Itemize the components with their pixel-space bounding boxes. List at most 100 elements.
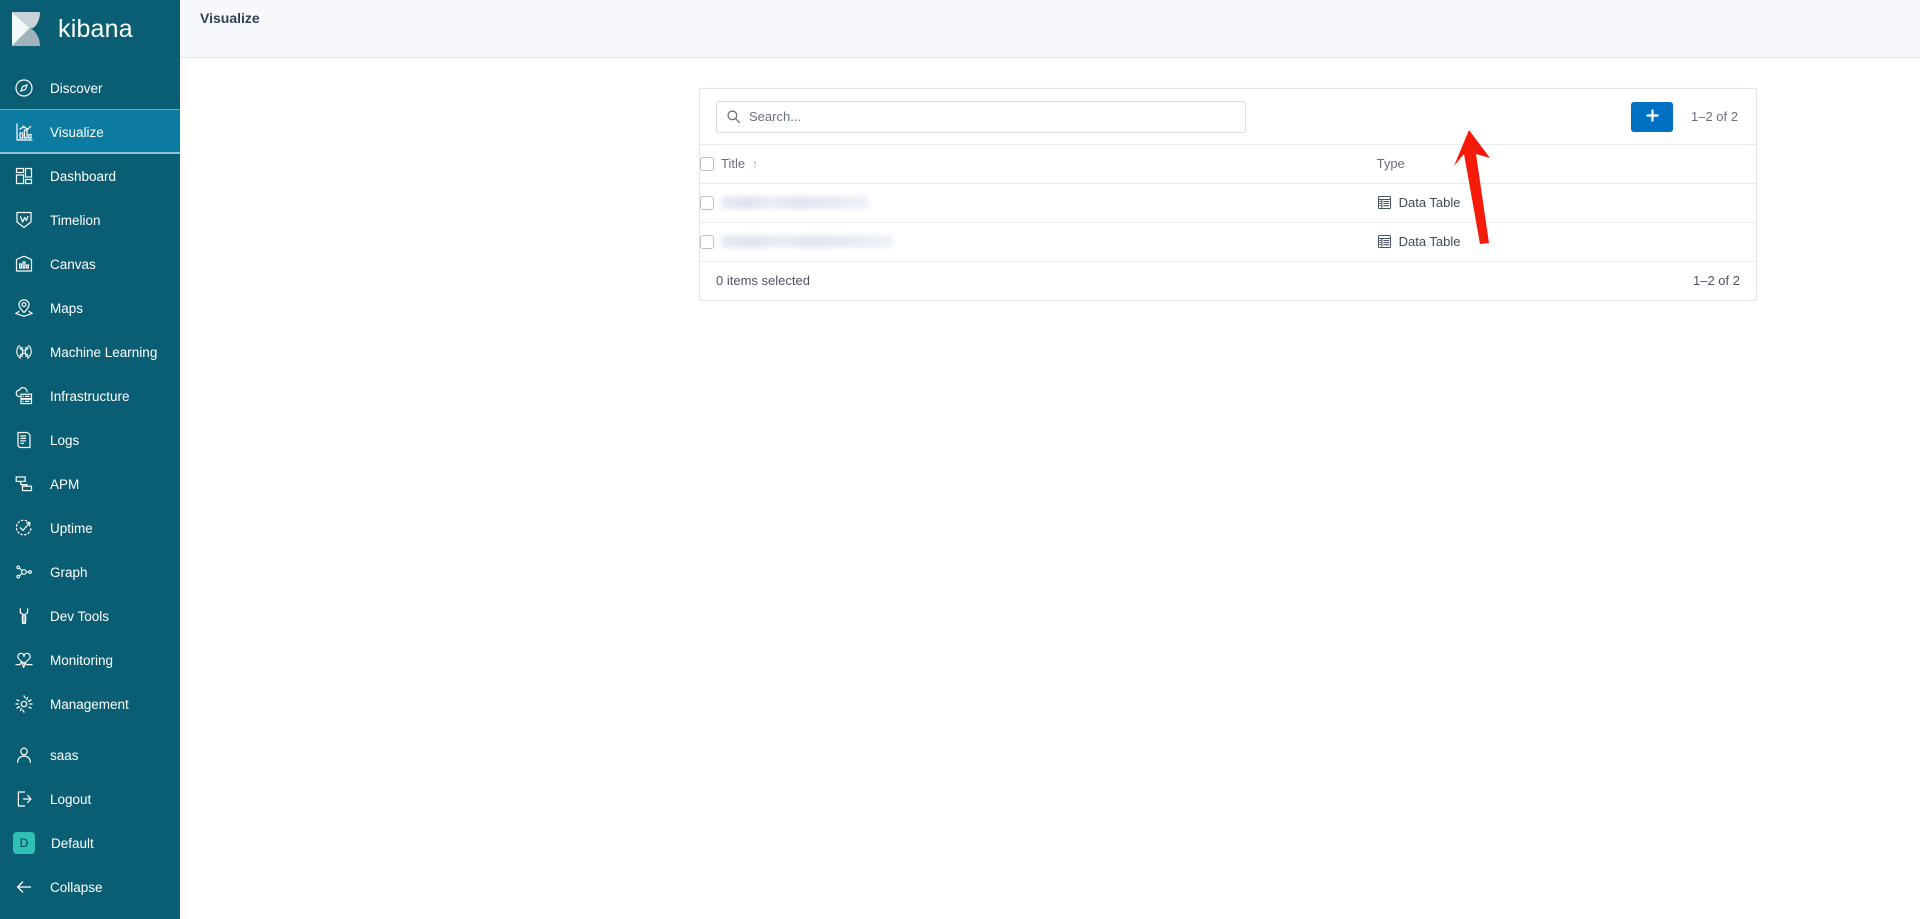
redacted-title bbox=[721, 235, 893, 248]
sidebar-item-label: Canvas bbox=[50, 256, 96, 272]
gear-icon bbox=[14, 694, 34, 714]
visualizations-table: Title ↑ Type Data Table Data Table bbox=[700, 145, 1756, 262]
table-head: Title ↑ Type bbox=[700, 145, 1756, 184]
sidebar-item-label: Logs bbox=[50, 432, 80, 448]
kibana-logo-icon bbox=[10, 10, 48, 48]
sidebar-item-logs[interactable]: Logs bbox=[0, 418, 180, 462]
sidebar-item-machine-learning[interactable]: Machine Learning bbox=[0, 330, 180, 374]
sidebar-item-label: Uptime bbox=[50, 520, 93, 536]
sidebar-item-collapse[interactable]: Collapse bbox=[0, 865, 180, 909]
logout-icon bbox=[14, 789, 34, 809]
brand-name: kibana bbox=[58, 14, 133, 43]
sidebar-item-label: Management bbox=[50, 696, 129, 712]
brand[interactable]: kibana bbox=[0, 0, 180, 58]
sidebar-item-label: saas bbox=[50, 747, 79, 763]
arrow-left-icon bbox=[14, 877, 34, 897]
sidebar-item-label: Maps bbox=[50, 300, 84, 316]
table-row[interactable]: Data Table bbox=[700, 183, 1756, 223]
sidebar-item-label: Monitoring bbox=[50, 652, 114, 668]
type-label: Data Table bbox=[1398, 195, 1461, 210]
sidebar-item-label: Machine Learning bbox=[50, 344, 158, 360]
column-header-type-label: Type bbox=[1376, 156, 1405, 172]
user-icon bbox=[14, 745, 34, 765]
sidebar-item-dev-tools[interactable]: Dev Tools bbox=[0, 594, 180, 638]
infrastructure-icon bbox=[14, 386, 34, 406]
uptime-icon bbox=[14, 518, 34, 538]
space-badge: D bbox=[13, 832, 35, 854]
cell-type: Data Table bbox=[1376, 222, 1756, 262]
sidebar-item-label: Infrastructure bbox=[50, 388, 130, 404]
graph-icon bbox=[14, 562, 34, 582]
sidebar-item-label: Dev Tools bbox=[50, 608, 110, 624]
visualizations-panel: 1–2 of 2 Title ↑ bbox=[699, 88, 1757, 301]
sidebar-item-label: Visualize bbox=[50, 124, 104, 140]
sidebar-item-graph[interactable]: Graph bbox=[0, 550, 180, 594]
search-input[interactable] bbox=[716, 100, 1246, 133]
column-header-title-label: Title bbox=[721, 156, 746, 172]
cell-title bbox=[700, 222, 1377, 262]
sidebar-item-label: Default bbox=[51, 835, 94, 851]
sidebar-item-maps[interactable]: Maps bbox=[0, 286, 180, 330]
sort-ascending-icon: ↑ bbox=[752, 156, 759, 171]
sidebar-item-dashboard[interactable]: Dashboard bbox=[0, 154, 180, 198]
wrench-icon bbox=[14, 606, 34, 626]
sidebar-item-space-default[interactable]: D Default bbox=[0, 821, 180, 865]
sidebar-item-label: Timelion bbox=[50, 212, 101, 228]
monitoring-icon bbox=[14, 650, 34, 670]
type-label: Data Table bbox=[1398, 234, 1461, 249]
table-header-row: Title ↑ Type bbox=[700, 145, 1756, 184]
sidebar-item-discover[interactable]: Discover bbox=[0, 66, 180, 110]
sidebar-item-infrastructure[interactable]: Infrastructure bbox=[0, 374, 180, 418]
redacted-title bbox=[721, 196, 869, 209]
main-content: Visualize Search... 1–2 of 2 Title ↑ Typ… bbox=[180, 0, 1920, 919]
dashboard-icon bbox=[14, 166, 34, 186]
sidebar-item-label: Collapse bbox=[50, 879, 103, 895]
select-all-checkbox[interactable] bbox=[700, 156, 714, 171]
column-header-title[interactable]: Title ↑ bbox=[700, 145, 1377, 184]
maps-icon bbox=[14, 298, 34, 318]
data-table-icon bbox=[1377, 195, 1392, 210]
table-row[interactable]: Data Table bbox=[700, 222, 1756, 262]
sidebar: kibana Discover Visualize Dashboard Time… bbox=[0, 0, 180, 919]
selected-count-label: 0 items selected bbox=[716, 273, 810, 288]
panel-toolbar: 1–2 of 2 bbox=[700, 89, 1756, 145]
machine-learning-icon bbox=[14, 342, 34, 362]
sidebar-nav-secondary: saas Logout D Default Collapse bbox=[0, 733, 180, 919]
cell-title bbox=[700, 183, 1377, 223]
row-checkbox[interactable] bbox=[700, 234, 714, 249]
plus-icon bbox=[1645, 108, 1660, 126]
search-field bbox=[716, 100, 1246, 133]
sidebar-item-label: Graph bbox=[50, 564, 88, 580]
logs-icon bbox=[14, 430, 34, 450]
page-title: Visualize bbox=[200, 10, 260, 26]
sidebar-item-user[interactable]: saas bbox=[0, 733, 180, 777]
sidebar-item-canvas[interactable]: Canvas bbox=[0, 242, 180, 286]
compass-icon bbox=[14, 78, 34, 98]
sidebar-item-logout[interactable]: Logout bbox=[0, 777, 180, 821]
sidebar-item-visualize[interactable]: Visualize bbox=[0, 109, 180, 154]
sidebar-item-monitoring[interactable]: Monitoring bbox=[0, 638, 180, 682]
sidebar-item-uptime[interactable]: Uptime bbox=[0, 506, 180, 550]
apm-icon bbox=[14, 474, 34, 494]
cell-type: Data Table bbox=[1376, 183, 1756, 223]
sidebar-nav-primary: Discover Visualize Dashboard Timelion Ca… bbox=[0, 66, 180, 726]
page-header: Visualize bbox=[180, 0, 1920, 58]
footer-result-count: 1–2 of 2 bbox=[1693, 273, 1740, 288]
sidebar-item-management[interactable]: Management bbox=[0, 682, 180, 726]
canvas-icon bbox=[14, 254, 34, 274]
column-header-type[interactable]: Type bbox=[1376, 145, 1756, 184]
timelion-icon bbox=[14, 210, 34, 230]
panel-footer: 0 items selected 1–2 of 2 bbox=[700, 262, 1756, 300]
sidebar-item-timelion[interactable]: Timelion bbox=[0, 198, 180, 242]
sidebar-item-label: APM bbox=[50, 476, 80, 492]
add-visualization-button[interactable] bbox=[1631, 101, 1673, 132]
sidebar-item-label: Logout bbox=[50, 791, 92, 807]
sidebar-item-label: Discover bbox=[50, 80, 103, 96]
table-body: Data Table Data Table bbox=[700, 183, 1756, 262]
toolbar-result-count: 1–2 of 2 bbox=[1691, 109, 1738, 124]
visualize-icon bbox=[14, 122, 34, 142]
row-checkbox[interactable] bbox=[700, 195, 714, 210]
sidebar-item-apm[interactable]: APM bbox=[0, 462, 180, 506]
sidebar-item-label: Dashboard bbox=[50, 168, 117, 184]
data-table-icon bbox=[1377, 234, 1392, 249]
